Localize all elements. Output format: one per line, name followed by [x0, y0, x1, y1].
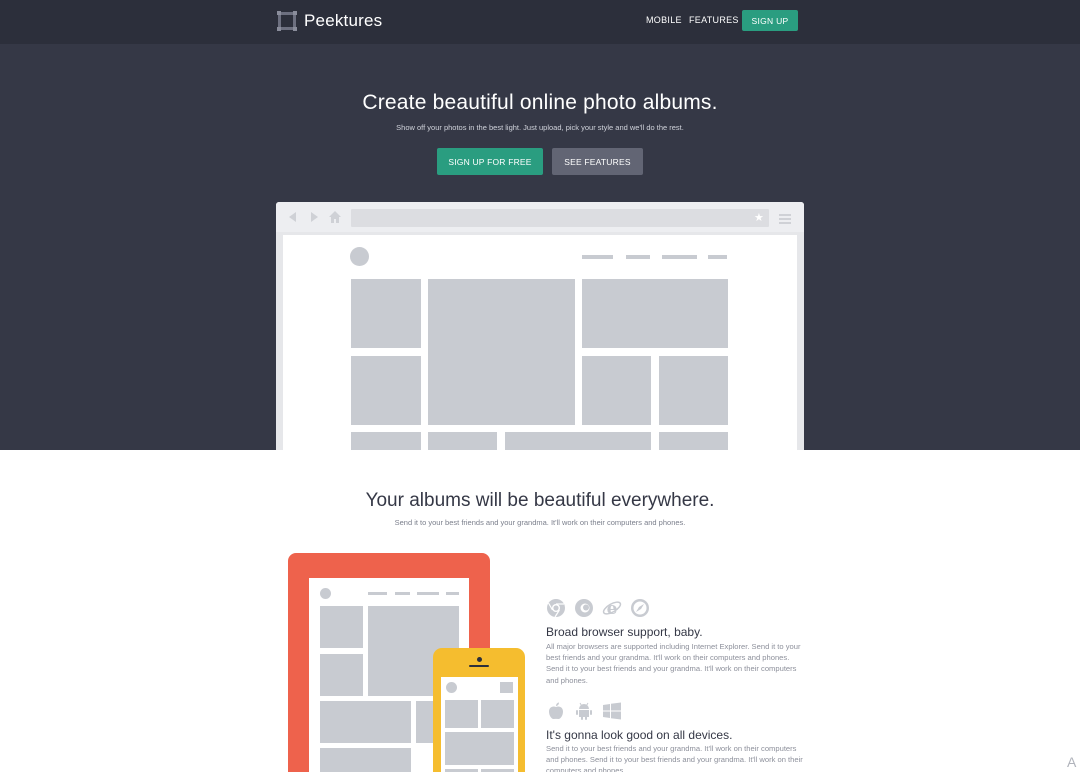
- nav-signup-button[interactable]: SIGN UP: [742, 10, 798, 31]
- landing-page: Peektures MOBILE FEATURES SIGN UP Create…: [0, 0, 1080, 772]
- menu-line-placeholder: [446, 592, 459, 595]
- menu-line-placeholder: [708, 255, 727, 259]
- hero-subtitle: Show off your photos in the best light. …: [396, 123, 684, 132]
- android-icon: [576, 702, 592, 720]
- photo-placeholder: [351, 432, 421, 450]
- safari-icon: [631, 599, 649, 617]
- feature-title-browser-support: Broad browser support, baby.: [546, 625, 703, 639]
- hamburger-menu-icon: [779, 214, 791, 224]
- firefox-icon: [575, 599, 593, 617]
- photo-placeholder: [582, 356, 651, 425]
- feature-title-devices: It's gonna look good on all devices.: [546, 728, 733, 742]
- menu-line-placeholder: [626, 255, 650, 259]
- photo-placeholder: [481, 700, 514, 728]
- menu-line-placeholder: [417, 592, 439, 595]
- back-arrow-icon: [289, 212, 296, 222]
- browser-mockup: ★: [276, 202, 804, 450]
- photo-placeholder: [445, 700, 478, 728]
- windows-icon: [603, 702, 621, 720]
- frame-logo-icon: [277, 11, 297, 31]
- internet-explorer-icon: e: [602, 599, 622, 618]
- avatar-placeholder: [350, 247, 369, 266]
- forward-arrow-icon: [311, 212, 318, 222]
- browser-page-preview: [283, 235, 797, 450]
- device-icons: [546, 701, 622, 721]
- section-subtitle: Send it to your best friends and your gr…: [394, 518, 686, 527]
- hero-title: Create beautiful online photo albums.: [362, 91, 718, 114]
- corner-letter: A: [1067, 754, 1077, 770]
- photo-placeholder: [320, 606, 363, 648]
- avatar-placeholder: [446, 682, 457, 693]
- photo-placeholder: [505, 432, 651, 450]
- browser-toolbar: ★: [276, 202, 804, 232]
- menu-line-placeholder: [368, 592, 387, 595]
- home-icon: [329, 211, 341, 223]
- nav-link-mobile[interactable]: MOBILE: [646, 15, 682, 25]
- chrome-icon: [547, 599, 565, 618]
- menu-icon-placeholder: [500, 682, 513, 693]
- photo-placeholder: [659, 432, 728, 450]
- photo-placeholder: [351, 279, 421, 348]
- photo-placeholder: [320, 748, 411, 772]
- address-bar: [351, 209, 769, 227]
- photo-placeholder: [659, 356, 728, 425]
- photo-placeholder: [445, 732, 514, 765]
- brand-logo[interactable]: Peektures: [277, 11, 382, 31]
- photo-placeholder: [320, 654, 363, 696]
- hero-section: Create beautiful online photo albums. Sh…: [0, 44, 1080, 450]
- brand-name: Peektures: [304, 11, 383, 30]
- see-features-button[interactable]: SEE FEATURES: [552, 148, 643, 175]
- phone-screen: [441, 677, 518, 772]
- apple-icon: [549, 702, 563, 720]
- menu-line-placeholder: [662, 255, 697, 259]
- nav-link-features[interactable]: FEATURES: [689, 15, 739, 25]
- browser-icons: e: [546, 598, 650, 618]
- phone-camera: [477, 657, 482, 662]
- menu-line-placeholder: [582, 255, 613, 259]
- section-title: Your albums will be beautiful everywhere…: [365, 490, 715, 511]
- feature-text-browser-support: All major browsers are supported includi…: [546, 642, 801, 685]
- feature-text-devices: Send it to your best friends and your gr…: [546, 744, 803, 772]
- phone-mockup: [433, 648, 525, 772]
- photo-placeholder: [582, 279, 728, 348]
- star-icon: ★: [754, 212, 764, 224]
- photo-placeholder: [320, 701, 411, 743]
- avatar-placeholder: [320, 588, 331, 599]
- photo-placeholder: [428, 432, 497, 450]
- photo-placeholder: [428, 279, 575, 425]
- menu-line-placeholder: [395, 592, 410, 595]
- photo-placeholder: [351, 356, 421, 425]
- signup-free-button[interactable]: SIGN UP FOR FREE: [437, 148, 543, 175]
- top-navbar: Peektures MOBILE FEATURES SIGN UP: [0, 0, 1080, 44]
- phone-earpiece: [469, 665, 489, 667]
